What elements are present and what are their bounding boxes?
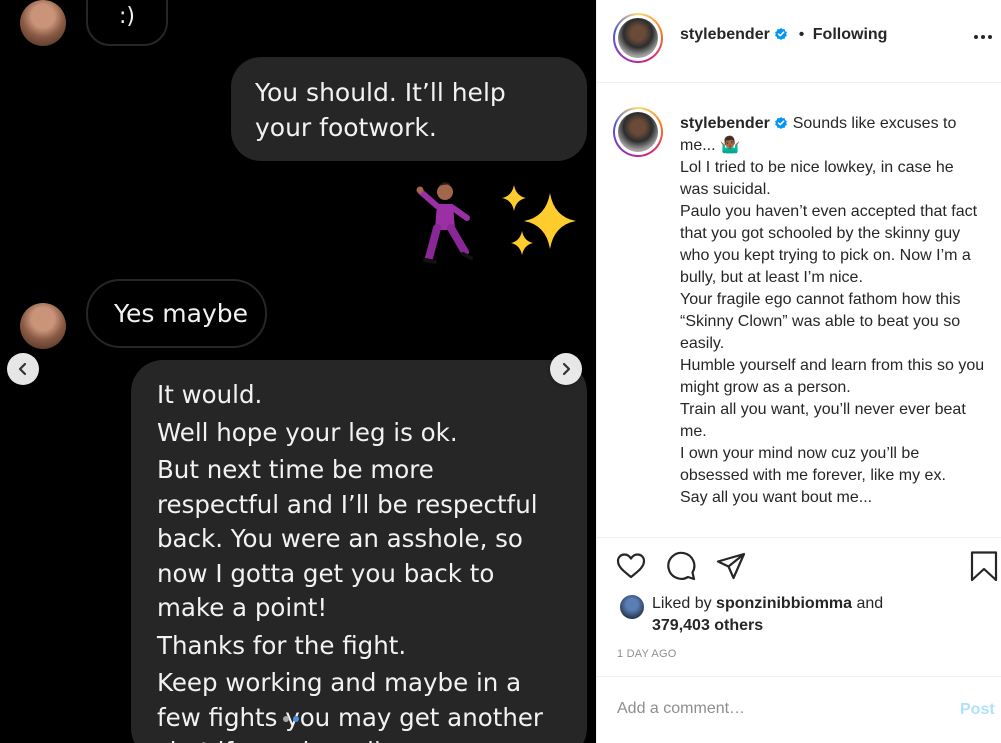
post-comment-button[interactable]: Post xyxy=(960,701,995,719)
carousel-dot xyxy=(283,716,289,722)
chat-message-smiley: :) xyxy=(86,0,168,46)
chat-message-received: Yes maybe xyxy=(86,279,267,348)
more-icon xyxy=(974,35,978,39)
divider xyxy=(597,537,1001,538)
carousel-indicator xyxy=(283,716,299,722)
chat-line: But next time be more respectful and I’l… xyxy=(157,455,538,622)
verified-badge-icon xyxy=(775,28,788,40)
chat-message-sent-long: It would. Well hope your leg is ok. But … xyxy=(131,360,587,743)
dancer-emoji-icon xyxy=(416,182,473,264)
caption-text: Say all you want bout me... xyxy=(680,489,873,506)
share-icon[interactable] xyxy=(715,550,747,582)
caption-text: Your fragile ego cannot fathom how this … xyxy=(680,291,961,352)
author-avatar[interactable] xyxy=(613,13,663,63)
liked-by-avatar[interactable] xyxy=(620,595,644,619)
heart-icon[interactable] xyxy=(615,550,647,582)
likes-others-count[interactable]: 379,403 others xyxy=(652,617,763,634)
comment-input[interactable] xyxy=(617,700,937,718)
post-media[interactable]: :) You should. It’ll help your footwork.… xyxy=(0,0,596,743)
chat-avatar xyxy=(20,303,66,349)
post-header: stylebender • Following xyxy=(680,26,887,44)
chat-line: Well hope your leg is ok. xyxy=(157,417,458,447)
chevron-left-icon xyxy=(18,362,27,376)
chat-line: Thanks for the fight. xyxy=(157,630,407,660)
more-options-button[interactable] xyxy=(974,32,996,42)
chat-avatar xyxy=(20,0,66,46)
likes-prefix: Liked by xyxy=(652,595,712,612)
caption-text: I own your mind now cuz you’ll be obsess… xyxy=(680,445,946,484)
carousel-prev-button[interactable] xyxy=(7,353,39,385)
post-timestamp[interactable]: 1 DAY AGO xyxy=(617,648,676,660)
caption-text: Humble yourself and learn from this so y… xyxy=(680,357,985,396)
likes-summary: Liked by sponzinibbiomma and 379,403 oth… xyxy=(652,593,883,637)
header-separator: • xyxy=(798,26,805,43)
likes-and: and xyxy=(856,595,884,612)
chat-line: It would. xyxy=(157,380,263,409)
caption-text: Train all you want, you’ll never ever be… xyxy=(680,401,966,440)
carousel-next-button[interactable] xyxy=(550,353,582,385)
save-icon[interactable] xyxy=(968,550,1000,582)
divider xyxy=(597,676,1001,677)
caption-username[interactable]: stylebender xyxy=(680,115,770,132)
comment-icon[interactable] xyxy=(665,550,697,582)
post-sidebar: stylebender • Following stylebender Soun… xyxy=(596,0,1001,743)
following-button[interactable]: Following xyxy=(813,26,888,43)
chevron-right-icon xyxy=(562,362,571,376)
verified-badge-icon xyxy=(775,117,788,129)
chat-line: Keep working and maybe in a few fights y… xyxy=(157,668,543,743)
author-username[interactable]: stylebender xyxy=(680,26,770,43)
caption-text: Lol I tried to be nice lowkey, in case h… xyxy=(680,159,954,198)
divider xyxy=(597,82,1001,83)
caption-text: Paulo you haven’t even accepted that fac… xyxy=(680,203,978,286)
carousel-dot-active xyxy=(293,716,299,722)
sparkles-emoji-icon xyxy=(502,185,576,255)
chat-message-sent: You should. It’ll help your footwork. xyxy=(231,57,587,161)
caption-avatar[interactable] xyxy=(613,107,663,157)
liked-by-username[interactable]: sponzinibbiomma xyxy=(716,595,852,612)
post-caption: stylebender Sounds like excuses to me...… xyxy=(680,113,985,509)
